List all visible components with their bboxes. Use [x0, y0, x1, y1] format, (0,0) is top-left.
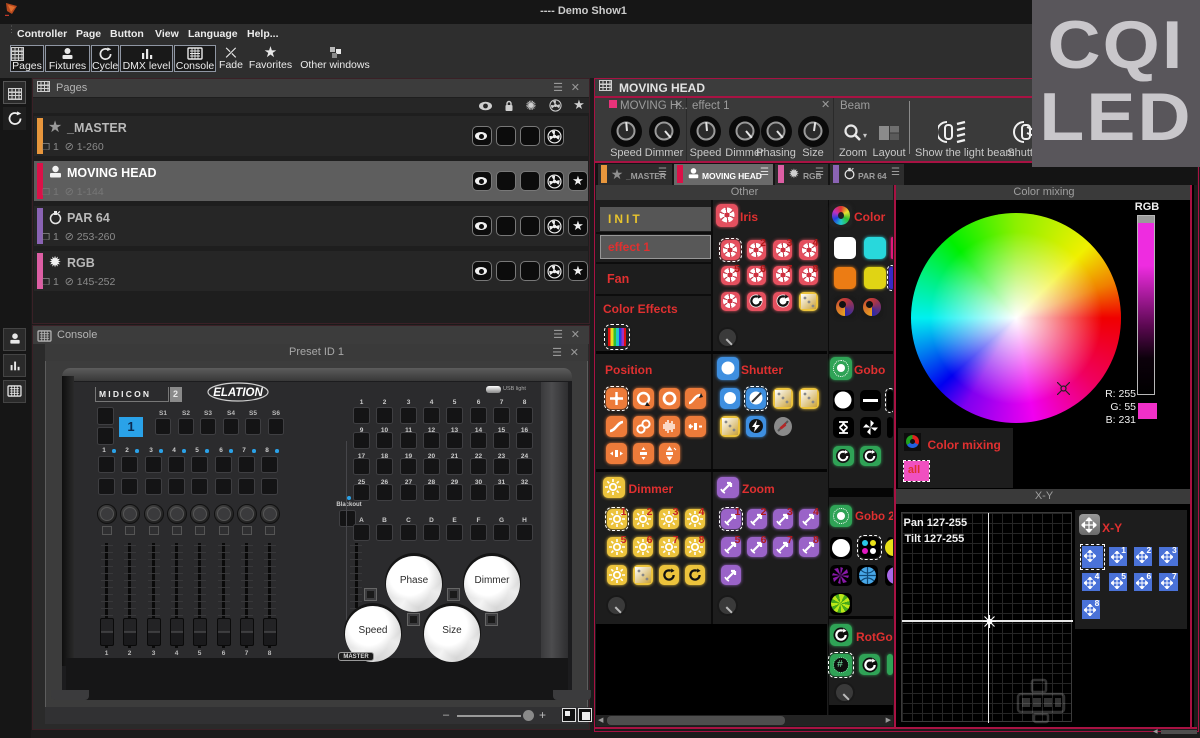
svg-text:ELATION: ELATION — [213, 387, 263, 399]
